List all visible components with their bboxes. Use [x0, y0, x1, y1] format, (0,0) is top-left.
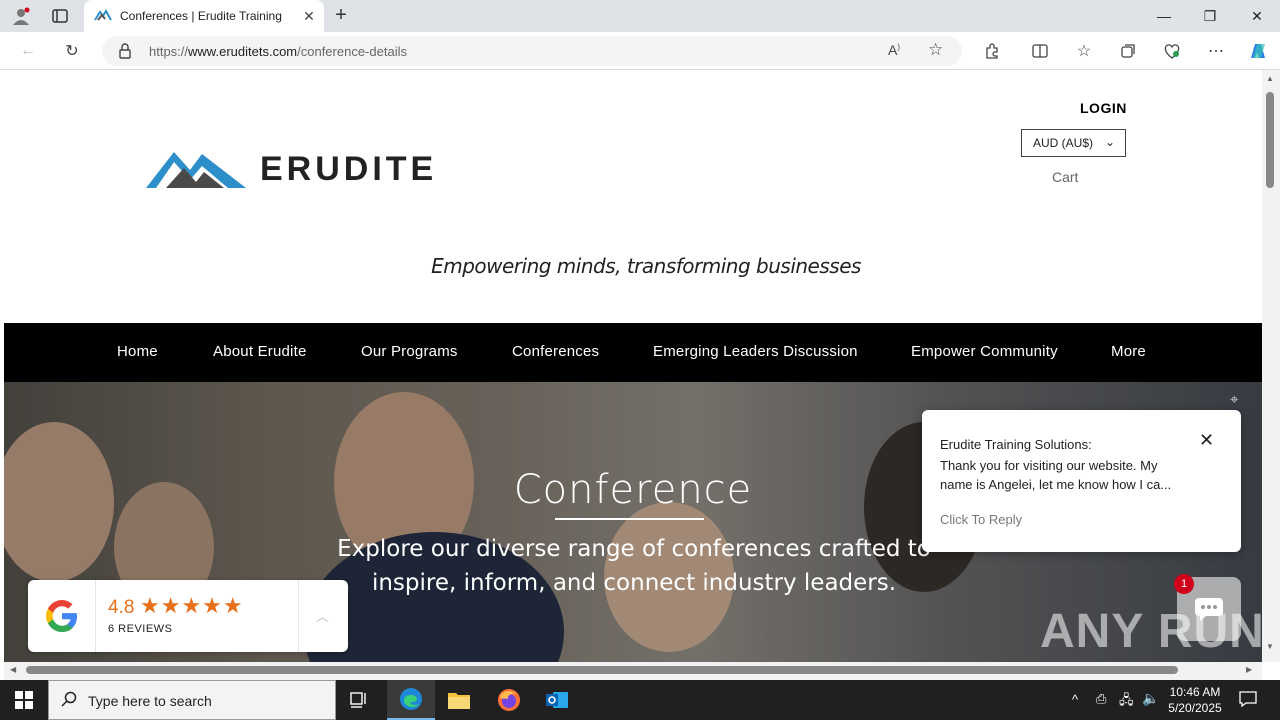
tab-title: Conferences | Erudite Training	[120, 9, 282, 23]
vertical-scrollbar[interactable]: ▲ ▼	[1262, 70, 1280, 662]
tab-conferences[interactable]: Conferences | Erudite Training ✕	[84, 0, 324, 32]
network-icon[interactable]: 🖧	[1119, 691, 1134, 713]
split-screen-icon[interactable]	[1028, 40, 1052, 62]
new-tab-icon[interactable]: +	[330, 4, 352, 26]
logo-text: ERUDITE	[260, 150, 438, 188]
google-g-icon	[43, 597, 81, 635]
divider	[298, 580, 299, 652]
title-bar: Conferences | Erudite Training ✕ + — ❐ ✕	[0, 0, 1280, 32]
clock[interactable]: 10:46 AM 5/20/2025	[1166, 684, 1224, 716]
chat-reply-link[interactable]: Click To Reply	[940, 512, 1022, 527]
address-toolbar: ← ↻ https://www.eruditets.com/conference…	[0, 32, 1280, 70]
menu-item-empower-community[interactable]: Empower Community	[911, 343, 1058, 360]
anyrun-watermark: ANY RUN	[1040, 605, 1265, 658]
notifications-icon[interactable]	[1239, 690, 1257, 713]
refresh-icon[interactable]: ↻	[60, 40, 84, 62]
scroll-thumb[interactable]	[26, 666, 1178, 674]
scroll-right-icon[interactable]: ▶	[1246, 665, 1252, 674]
cart-link[interactable]: Cart	[1052, 169, 1078, 185]
back-icon[interactable]: ←	[16, 40, 40, 62]
task-view-icon[interactable]	[336, 680, 384, 720]
star-rating-icon: ★★★★★	[140, 593, 244, 618]
favorites-icon[interactable]: ☆	[1072, 40, 1096, 62]
close-tab-icon[interactable]: ✕	[300, 7, 318, 25]
chevron-up-icon[interactable]: ︿	[316, 606, 329, 625]
profile-icon[interactable]	[10, 6, 32, 26]
close-icon[interactable]: ✕	[1199, 430, 1214, 451]
favorite-star-icon[interactable]: ☆	[928, 40, 943, 60]
hero-subtitle: Explore our diverse range of conferences…	[337, 536, 931, 596]
clock-time: 10:46 AM	[1169, 685, 1221, 699]
collections-icon[interactable]	[1116, 40, 1140, 62]
menu-item-programs[interactable]: Our Programs	[361, 343, 458, 360]
url-text[interactable]: https://www.eruditets.com/conference-det…	[149, 44, 407, 59]
currency-value: AUD (AU$)	[1033, 136, 1094, 150]
search-icon	[61, 691, 77, 712]
volume-icon[interactable]: 🔈	[1142, 690, 1159, 707]
scroll-up-icon[interactable]: ▲	[1266, 74, 1274, 83]
close-window-icon[interactable]: ✕	[1234, 0, 1280, 32]
chat-popup[interactable]: Erudite Training Solutions: Thank you fo…	[922, 410, 1241, 552]
review-rating: 4.8	[108, 597, 135, 618]
show-hidden-icons-icon[interactable]: ^	[1072, 692, 1078, 707]
minimize-icon[interactable]: —	[1141, 0, 1187, 32]
visual-search-icon[interactable]: ⌖	[1230, 391, 1250, 411]
windows-start-icon[interactable]	[0, 680, 48, 720]
scroll-down-icon[interactable]: ▼	[1266, 642, 1274, 651]
search-placeholder: Type here to search	[88, 693, 212, 709]
menu-item-conferences[interactable]: Conferences	[512, 343, 599, 360]
browser-essentials-icon[interactable]	[1160, 40, 1184, 62]
meet-now-icon[interactable]: ⎙	[1096, 691, 1106, 707]
edge-taskbar-icon[interactable]	[387, 680, 435, 720]
currency-select[interactable]: AUD (AU$) ⌄	[1021, 129, 1126, 157]
tagline: Empowering minds, transforming businesse…	[431, 254, 861, 278]
scroll-thumb[interactable]	[1266, 92, 1274, 188]
horizontal-scrollbar[interactable]: ◀ ▶	[4, 662, 1262, 680]
scroll-left-icon[interactable]: ◀	[10, 665, 16, 674]
extensions-icon[interactable]	[980, 40, 1004, 62]
restore-icon[interactable]: ❐	[1187, 0, 1233, 32]
read-aloud-icon[interactable]: A)	[888, 42, 900, 58]
login-link[interactable]: LOGIN	[1080, 100, 1127, 116]
hero-divider	[555, 518, 704, 520]
site-favicon-icon	[94, 8, 112, 27]
divider	[95, 580, 96, 652]
google-reviews-widget[interactable]: 4.8 ★★★★★ 6 REVIEWS ︿	[28, 580, 348, 652]
url-prefix: https://	[149, 44, 189, 59]
outlook-icon[interactable]	[533, 680, 581, 720]
copilot-icon[interactable]	[1246, 40, 1270, 62]
taskbar-search-box[interactable]: Type here to search	[48, 680, 336, 720]
menu-item-emerging-leaders[interactable]: Emerging Leaders Discussion	[653, 343, 858, 360]
chat-sender: Erudite Training Solutions:	[940, 437, 1092, 452]
taskbar: Type here to search ^ ⎙ 🖧 🔈 10:46 AM 5/2…	[0, 680, 1280, 720]
clock-date: 5/20/2025	[1168, 701, 1222, 715]
address-bar[interactable]: https://www.eruditets.com/conference-det…	[102, 36, 962, 66]
menu-item-about[interactable]: About Erudite	[213, 343, 307, 360]
url-host: www.eruditets.com	[188, 44, 298, 59]
menu-item-home[interactable]: Home	[117, 343, 158, 360]
chat-notification-badge: 1	[1174, 574, 1194, 594]
more-options-icon[interactable]: ⋯	[1204, 40, 1228, 62]
erudite-logo[interactable]: ERUDITE	[144, 146, 434, 190]
chat-message: Thank you for visiting our website. My n…	[940, 458, 1172, 492]
file-explorer-icon[interactable]	[435, 680, 483, 720]
lock-icon[interactable]	[118, 43, 132, 64]
url-path: /conference-details	[297, 44, 407, 59]
chevron-down-icon: ⌄	[1104, 135, 1115, 149]
tab-actions-icon[interactable]	[49, 6, 71, 26]
main-menu: Home About Erudite Our Programs Conferen…	[4, 323, 1262, 382]
web-page: ERUDITE LOGIN AUD (AU$) ⌄ Cart Empowerin…	[4, 70, 1262, 662]
menu-item-more[interactable]: More	[1111, 343, 1146, 360]
review-count: 6 REVIEWS	[108, 623, 173, 635]
firefox-icon[interactable]	[485, 680, 533, 720]
